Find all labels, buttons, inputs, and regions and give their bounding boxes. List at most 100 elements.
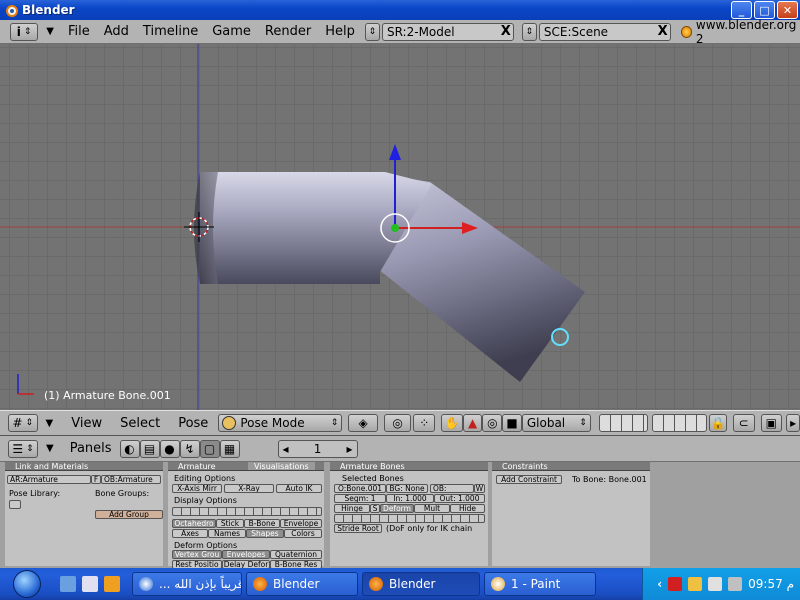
ogl-render-button[interactable]: ▸: [786, 414, 800, 432]
security-icon[interactable]: [668, 577, 683, 591]
collapse-arrow-icon[interactable]: ▼: [46, 443, 54, 454]
pivot-button[interactable]: ◎: [383, 414, 412, 432]
frame-decrement-icon[interactable]: ◂: [283, 442, 289, 456]
orientation-select[interactable]: Global ⇕: [521, 414, 591, 432]
screen-delete-button[interactable]: X: [501, 24, 511, 39]
info-window-type-button[interactable]: i ⇕: [10, 22, 39, 41]
bone-tip-icon[interactable]: [551, 328, 569, 346]
scene-delete-button[interactable]: X: [658, 24, 668, 39]
object-name-field[interactable]: OB:Armature: [101, 475, 161, 484]
folder-icon[interactable]: [688, 577, 703, 591]
taskbar-item-paint[interactable]: 1 - Paint: [484, 572, 596, 596]
volume-icon[interactable]: [728, 577, 743, 591]
start-button[interactable]: [0, 568, 54, 600]
armature-tab[interactable]: Armature: [178, 462, 248, 470]
menu-render[interactable]: Render: [265, 24, 311, 39]
bone-name-field[interactable]: O:Bone.001: [334, 484, 386, 493]
draw-type-button[interactable]: ◈: [348, 414, 378, 432]
scene-tab-button[interactable]: ▦: [219, 439, 240, 458]
3d-viewport[interactable]: (1) Armature Bone.001: [0, 44, 800, 410]
menu-pose[interactable]: Pose: [178, 416, 208, 431]
panel-tab-constraints[interactable]: Constraints: [492, 462, 650, 471]
quaternion-toggle[interactable]: Quaternion: [270, 550, 322, 559]
menu-file[interactable]: File: [68, 24, 90, 39]
panel-tab-armature-bones[interactable]: Armature Bones: [330, 462, 488, 471]
fake-user-button[interactable]: F: [91, 475, 101, 484]
taskbar-item-blender-1[interactable]: Blender: [246, 572, 358, 596]
scene-browse-button[interactable]: ⇕: [521, 22, 537, 41]
scale-manipulator-button[interactable]: ■: [502, 414, 522, 432]
taskbar-item-blender-2[interactable]: Blender: [362, 572, 480, 596]
manipulator-toggle-button[interactable]: ✋: [441, 414, 463, 432]
mode-select[interactable]: Pose Mode ⇕: [218, 414, 343, 432]
taskbar-item-browser[interactable]: ... قريباً بإذن الله: [132, 572, 242, 596]
octahedron-toggle[interactable]: Octahedro: [172, 519, 216, 528]
add-group-button[interactable]: Add Group: [95, 510, 163, 519]
bone-layer-buttons[interactable]: [334, 514, 485, 523]
frame-increment-icon[interactable]: ▸: [347, 442, 353, 456]
logic-tab-button[interactable]: ◐: [119, 439, 140, 458]
stride-root-toggle[interactable]: Stride Root: [334, 524, 382, 533]
mult-toggle[interactable]: Mult: [414, 504, 450, 513]
auto-ik-toggle[interactable]: Auto IK: [276, 484, 322, 493]
stick-toggle[interactable]: Stick: [216, 519, 244, 528]
bone-group-field[interactable]: BG: None: [386, 484, 428, 493]
show-desktop-icon[interactable]: [60, 576, 76, 592]
colors-toggle[interactable]: Colors: [284, 529, 322, 538]
add-constraint-button[interactable]: Add Constraint: [496, 475, 562, 484]
minimize-button[interactable]: _: [731, 1, 752, 19]
hinge-toggle[interactable]: Hinge: [334, 504, 370, 513]
object-tab-button[interactable]: ↯: [179, 439, 200, 458]
screen-field[interactable]: SR:2-Model X: [381, 22, 514, 41]
ease-in-field[interactable]: In: 1.000: [386, 494, 434, 503]
lock-button[interactable]: 🔒: [709, 414, 727, 432]
menu-help[interactable]: Help: [325, 24, 355, 39]
weight-toggle[interactable]: W: [474, 484, 485, 493]
menu-select[interactable]: Select: [120, 416, 160, 431]
layer-buttons-2[interactable]: [652, 414, 708, 432]
shapes-toggle[interactable]: Shapes: [246, 529, 284, 538]
hide-toggle[interactable]: Hide: [450, 504, 485, 513]
envelopes-toggle[interactable]: Envelopes: [222, 550, 270, 559]
collapse-arrow-icon[interactable]: ▼: [46, 26, 54, 37]
ease-out-field[interactable]: Out: 1.000: [434, 494, 485, 503]
bone-layers-buttons[interactable]: [172, 507, 322, 516]
vertex-groups-toggle[interactable]: Vertex Grou: [172, 550, 222, 559]
network-icon[interactable]: [708, 577, 723, 591]
child-of-field[interactable]: OB:: [430, 484, 474, 493]
maximize-button[interactable]: □: [754, 1, 775, 19]
link-button[interactable]: ⊂: [732, 414, 755, 432]
x-axis-mirror-toggle[interactable]: X-Axis Mirr: [172, 484, 222, 493]
tray-expand-icon[interactable]: ‹: [657, 577, 662, 591]
deform-toggle[interactable]: Deform: [380, 504, 414, 513]
menu-view[interactable]: View: [71, 416, 102, 431]
menu-timeline[interactable]: Timeline: [143, 24, 198, 39]
scene-field[interactable]: SCE:Scene X: [538, 22, 671, 41]
collapse-arrow-icon[interactable]: ▼: [46, 418, 54, 429]
buttons-window-type-button[interactable]: ☰ ⇕: [8, 439, 38, 458]
x-ray-toggle[interactable]: X-Ray: [224, 484, 274, 493]
names-toggle[interactable]: Names: [208, 529, 246, 538]
scale-toggle[interactable]: S: [370, 504, 380, 513]
media-player-icon[interactable]: [104, 576, 120, 592]
render-button[interactable]: ▣: [760, 414, 783, 432]
armature-datablock-field[interactable]: AR:Armature: [7, 475, 91, 484]
frame-field[interactable]: ◂ 1 ▸: [277, 439, 358, 458]
rotate-manipulator-button[interactable]: ◎: [482, 414, 503, 432]
close-button[interactable]: ✕: [777, 1, 798, 19]
snap-button[interactable]: ⁘: [413, 414, 436, 432]
layer-buttons-1[interactable]: [598, 414, 648, 432]
menu-game[interactable]: Game: [212, 24, 251, 39]
axes-toggle[interactable]: Axes: [172, 529, 208, 538]
visualisations-tab[interactable]: Visualisations: [248, 462, 315, 470]
pose-library-browse-button[interactable]: [9, 500, 21, 509]
menu-add[interactable]: Add: [104, 24, 129, 39]
switch-windows-icon[interactable]: [82, 576, 98, 592]
screen-browse-button[interactable]: ⇕: [364, 22, 380, 41]
editing-tab-button[interactable]: ▢: [199, 439, 220, 458]
panel-tab-link[interactable]: Link and Materials: [5, 462, 163, 471]
shading-tab-button[interactable]: ●: [159, 439, 180, 458]
envelope-toggle[interactable]: Envelope: [280, 519, 322, 528]
segments-field[interactable]: Segm: 1: [334, 494, 386, 503]
view3d-window-type-button[interactable]: # ⇕: [8, 414, 38, 432]
